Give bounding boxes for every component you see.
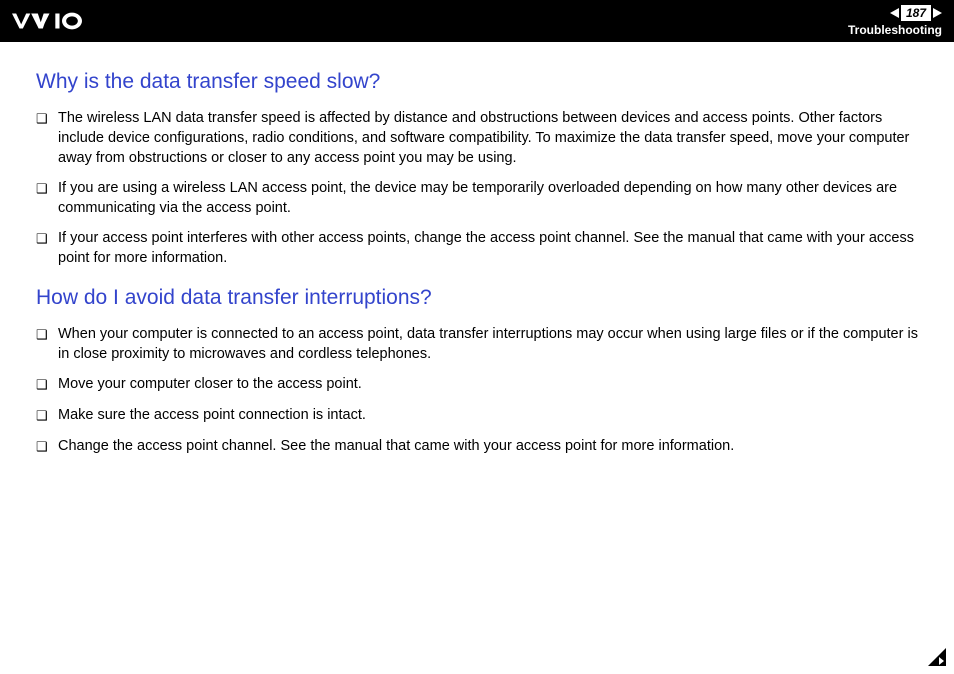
bullet-icon: ❑ xyxy=(36,405,58,426)
heading-2: How do I avoid data transfer interruptio… xyxy=(36,286,918,310)
bullet-icon: ❑ xyxy=(36,374,58,395)
chevron-right-icon xyxy=(939,657,944,665)
next-page-corner[interactable] xyxy=(928,648,946,666)
next-page-icon[interactable] xyxy=(933,8,942,18)
item-text: If your access point interferes with oth… xyxy=(58,228,918,268)
list-item: ❑ The wireless LAN data transfer speed i… xyxy=(36,108,918,168)
list-item: ❑ Move your computer closer to the acces… xyxy=(36,374,918,395)
bullet-icon: ❑ xyxy=(36,108,58,129)
item-text: The wireless LAN data transfer speed is … xyxy=(58,108,918,168)
list-item: ❑ If your access point interferes with o… xyxy=(36,228,918,268)
list-item: ❑ Make sure the access point connection … xyxy=(36,405,918,426)
vaio-logo xyxy=(12,11,112,31)
prev-page-icon[interactable] xyxy=(890,8,899,18)
page-nav: 187 xyxy=(890,5,942,21)
header-right: 187 Troubleshooting xyxy=(848,5,942,37)
heading-1: Why is the data transfer speed slow? xyxy=(36,70,918,94)
item-text: Change the access point channel. See the… xyxy=(58,436,918,456)
header-bar: 187 Troubleshooting xyxy=(0,0,954,42)
list-item: ❑ If you are using a wireless LAN access… xyxy=(36,178,918,218)
item-text: If you are using a wireless LAN access p… xyxy=(58,178,918,218)
item-text: Move your computer closer to the access … xyxy=(58,374,918,394)
bullet-icon: ❑ xyxy=(36,178,58,199)
list-item: ❑ Change the access point channel. See t… xyxy=(36,436,918,457)
bullet-icon: ❑ xyxy=(36,324,58,345)
list-item: ❑ When your computer is connected to an … xyxy=(36,324,918,364)
bullet-icon: ❑ xyxy=(36,436,58,457)
section-label: Troubleshooting xyxy=(848,23,942,37)
item-text: Make sure the access point connection is… xyxy=(58,405,918,425)
page-content: Why is the data transfer speed slow? ❑ T… xyxy=(0,42,954,457)
item-text: When your computer is connected to an ac… xyxy=(58,324,918,364)
bullet-icon: ❑ xyxy=(36,228,58,249)
page-number: 187 xyxy=(901,5,931,21)
